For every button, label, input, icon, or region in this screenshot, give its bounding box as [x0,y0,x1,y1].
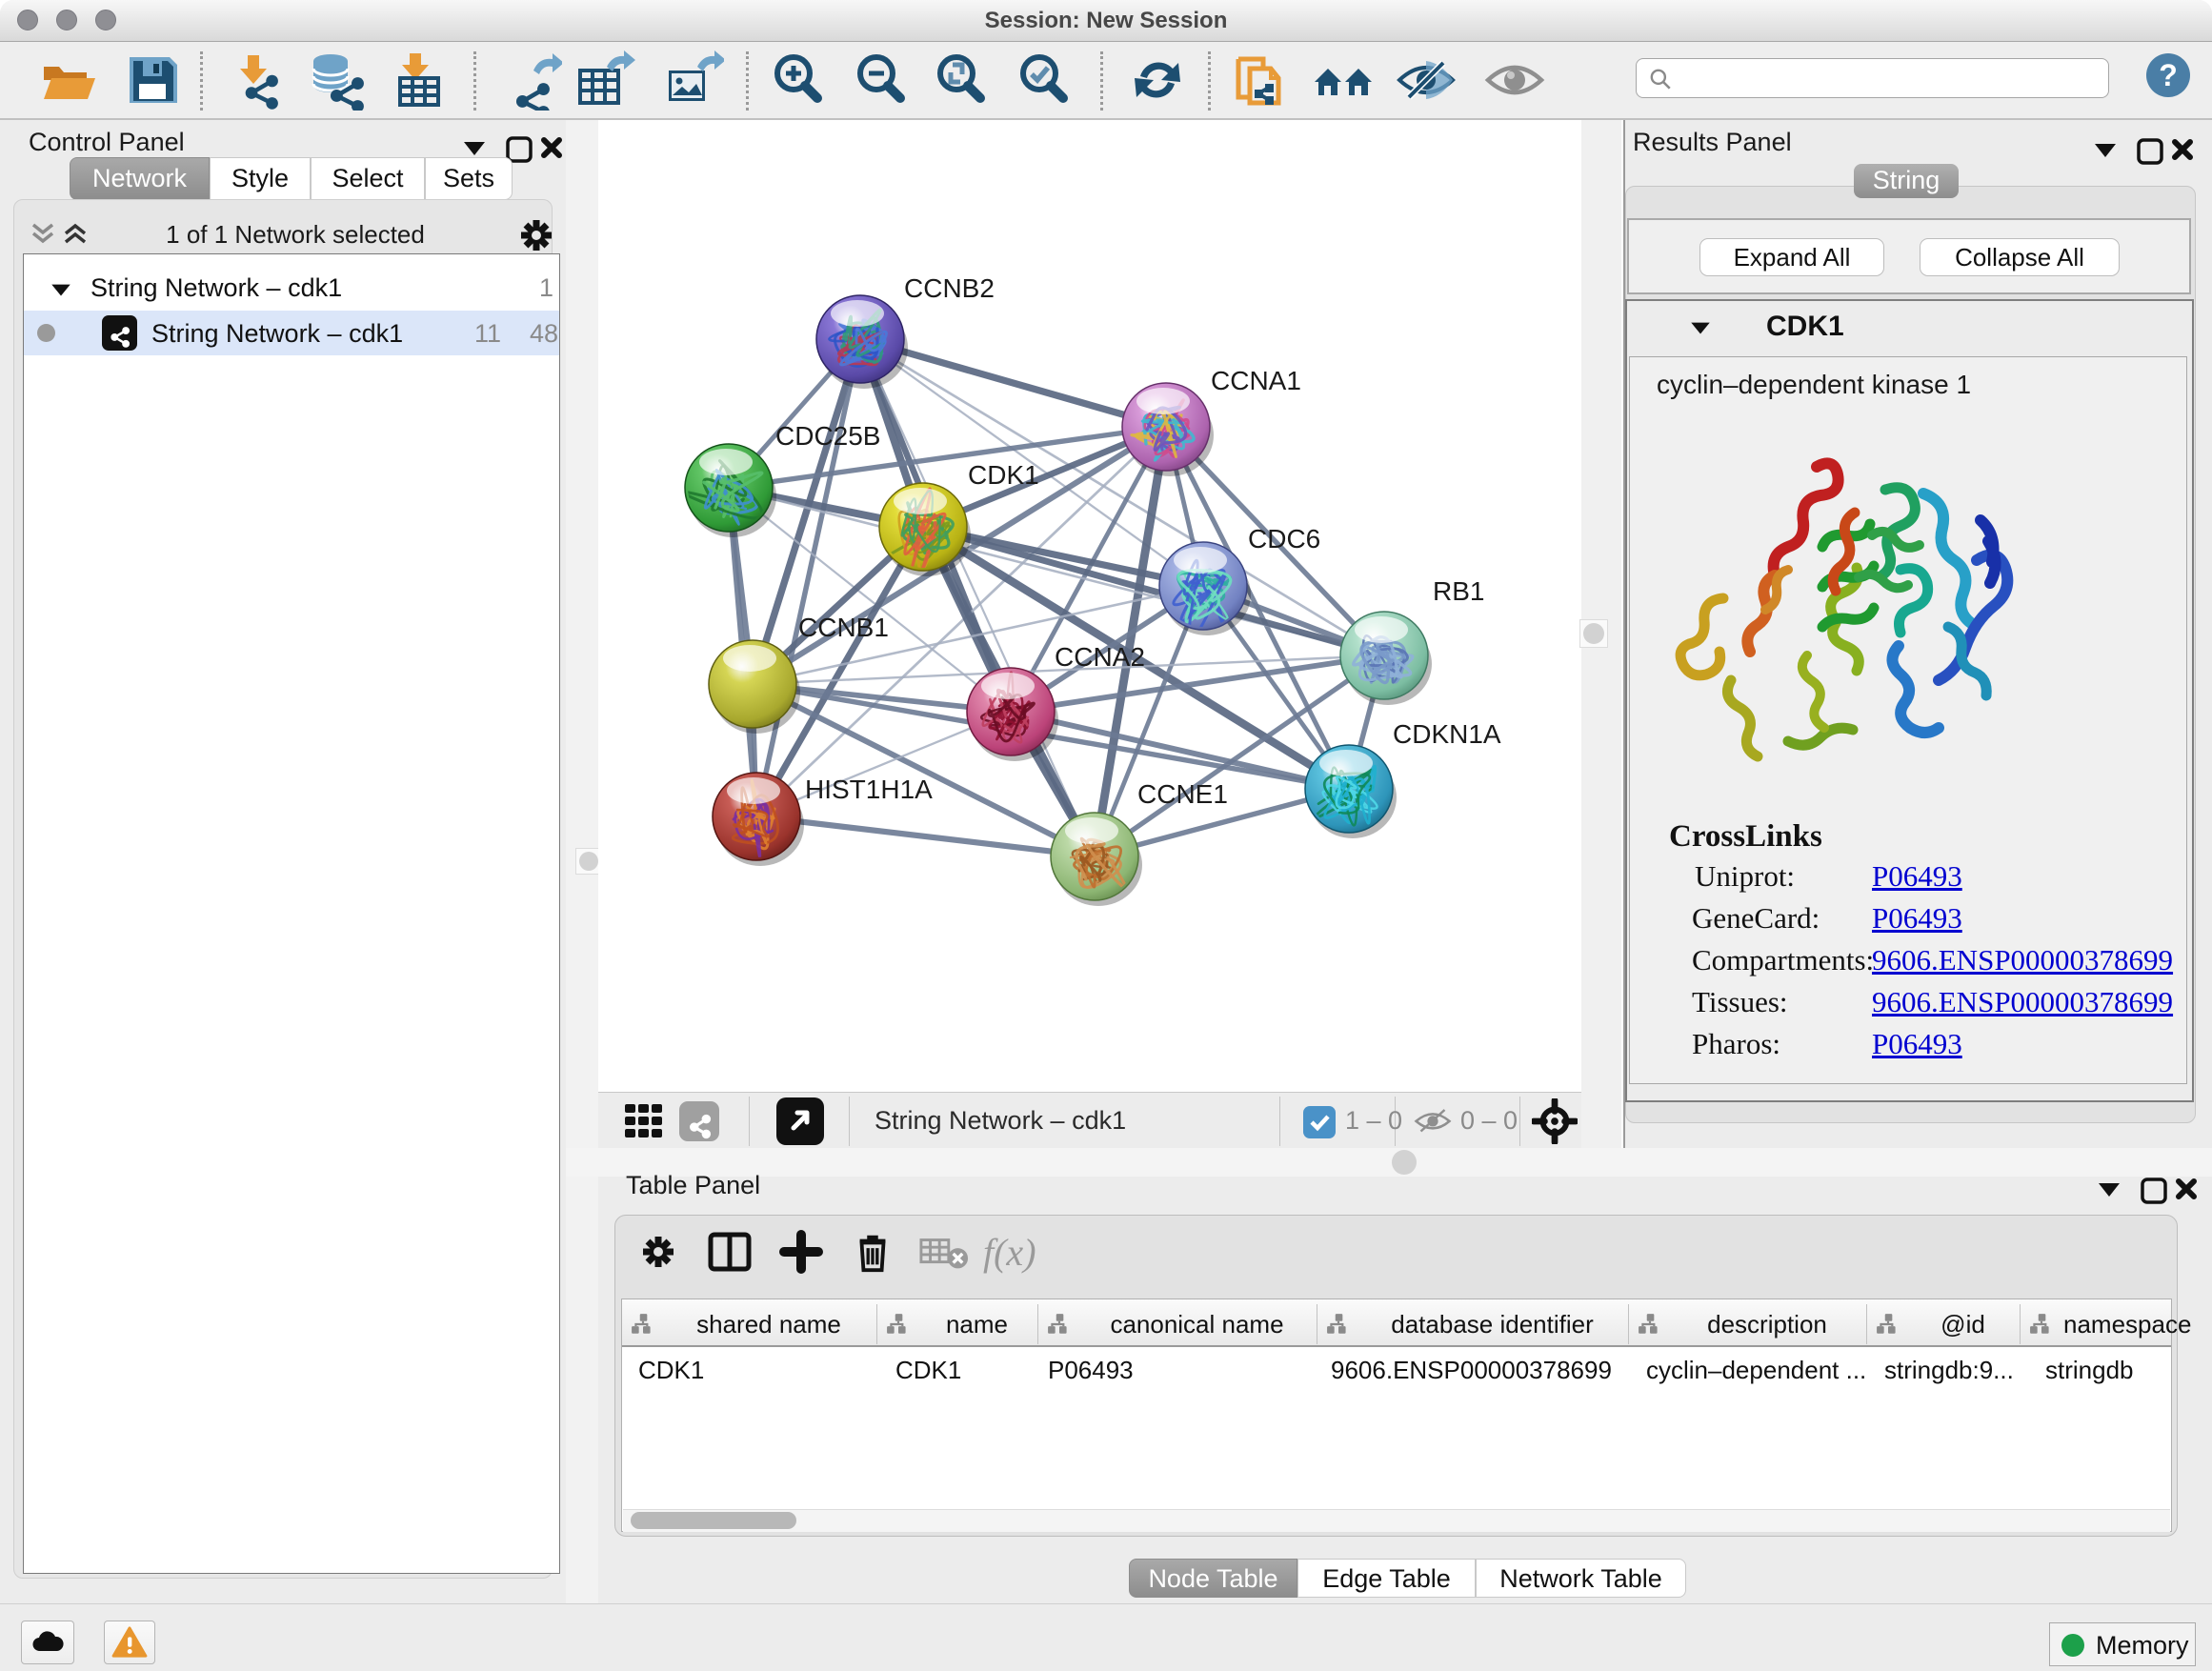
svg-text:CCNE1: CCNE1 [1137,779,1228,809]
svg-text:CDC25B: CDC25B [775,421,880,451]
svg-text:CCNB1: CCNB1 [798,613,889,642]
svg-text:CDKN1A: CDKN1A [1393,719,1501,749]
svg-text:HIST1H1A: HIST1H1A [805,775,933,804]
svg-text:CDC6: CDC6 [1248,524,1320,554]
svg-text:CCNA1: CCNA1 [1211,366,1301,395]
svg-text:RB1: RB1 [1433,576,1484,606]
svg-text:CCNB2: CCNB2 [904,273,995,303]
svg-text:CCNA2: CCNA2 [1055,642,1145,672]
svg-text:CDK1: CDK1 [968,460,1039,490]
